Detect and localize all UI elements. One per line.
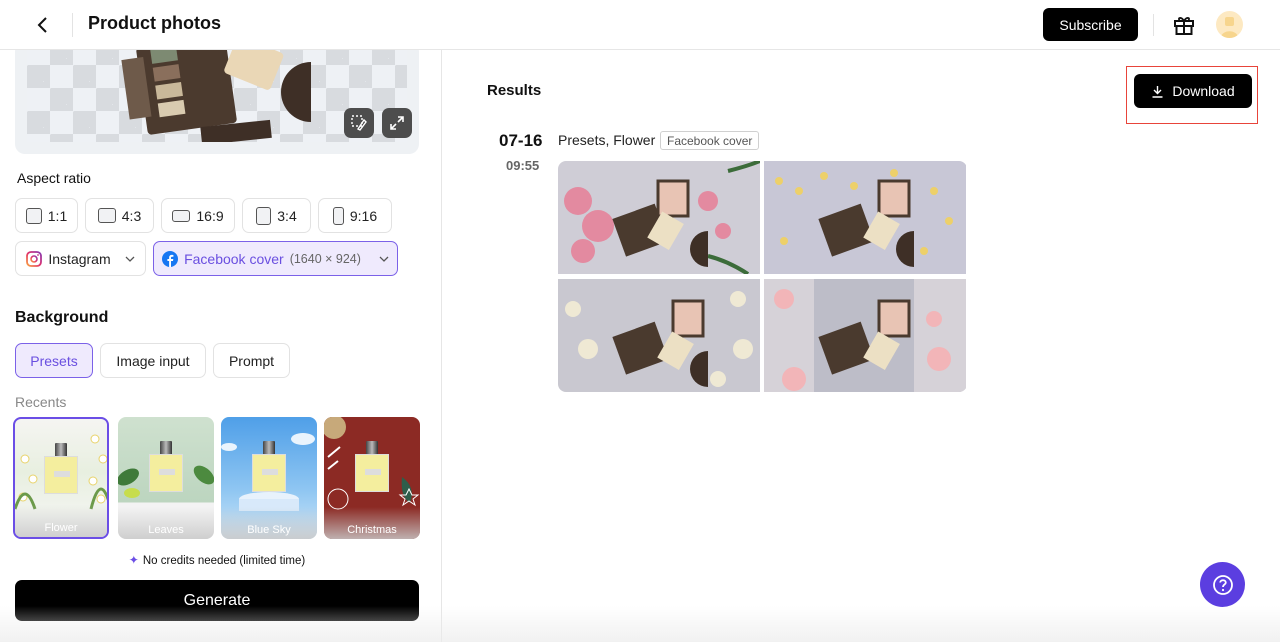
avatar[interactable] <box>1216 11 1243 38</box>
preset-leaves[interactable]: Leaves <box>118 417 214 539</box>
result-image[interactable] <box>558 279 760 392</box>
ratio-option-9-16[interactable]: 9:16 <box>318 198 392 233</box>
preset-christmas[interactable]: Christmas <box>324 417 420 539</box>
tab-image-input[interactable]: Image input <box>100 343 206 378</box>
user-icon <box>1221 17 1238 38</box>
perfume-bottle <box>149 441 183 493</box>
generation-format-tag: Facebook cover <box>660 131 760 150</box>
sparkle-icon: ✦ <box>128 553 139 567</box>
perfume-bottle <box>44 443 78 495</box>
ratio-option-4-3[interactable]: 4:3 <box>85 198 154 233</box>
result-image[interactable] <box>558 161 760 274</box>
settings-panel: Aspect ratio 1:1 4:3 16:9 3:4 9:16 Insta… <box>0 50 442 642</box>
ratio-option-16-9[interactable]: 16:9 <box>161 198 235 233</box>
facebook-icon <box>162 250 179 267</box>
product-image <box>121 50 311 142</box>
preset-blue-sky[interactable]: Blue Sky <box>221 417 317 539</box>
help-button[interactable] <box>1200 562 1245 607</box>
result-image-grid <box>558 161 967 392</box>
tall-ratio-icon <box>332 206 344 225</box>
yellow-flowers-image <box>775 169 953 267</box>
download-button[interactable]: Download <box>1134 74 1252 108</box>
generation-date: 07-16 <box>499 131 543 150</box>
divider <box>72 13 73 37</box>
facebook-cover-dropdown[interactable]: Facebook cover (1640 × 924) <box>153 241 398 276</box>
wide-ratio-icon <box>172 209 191 222</box>
white-flowers-image <box>565 291 753 387</box>
download-icon <box>1152 85 1163 98</box>
question-circle-icon <box>1212 574 1233 595</box>
chevron-down-icon <box>125 256 135 262</box>
tab-presets[interactable]: Presets <box>15 343 93 378</box>
gift-button[interactable] <box>1172 13 1196 37</box>
result-image[interactable] <box>764 279 966 392</box>
preset-name: Blue Sky <box>247 524 291 536</box>
portrait-ratio-icon <box>256 206 272 225</box>
result-image[interactable] <box>764 161 966 274</box>
subscribe-button[interactable]: Subscribe <box>1043 8 1138 41</box>
instagram-dropdown[interactable]: Instagram <box>15 241 146 276</box>
pink-roses-image <box>764 279 966 392</box>
preset-name: Leaves <box>148 524 184 536</box>
background-label: Background <box>15 309 109 326</box>
preset-name: Christmas <box>347 524 397 536</box>
perfume-bottle <box>252 441 286 493</box>
erase-selection-icon <box>351 115 367 131</box>
page-title: Product photos <box>88 13 221 33</box>
divider <box>1153 14 1154 36</box>
perfume-bottle <box>355 441 389 493</box>
erase-selection-button[interactable] <box>344 108 374 138</box>
generation-time: 09:55 <box>506 158 540 173</box>
square-ratio-icon <box>25 207 42 224</box>
top-bar: Product photos Subscribe <box>0 0 1280 50</box>
ratio-option-3-4[interactable]: 3:4 <box>242 198 311 233</box>
expand-button[interactable] <box>382 108 412 138</box>
back-button[interactable] <box>30 12 56 38</box>
preset-name: Flower <box>44 522 78 534</box>
credits-note: ✦ No credits needed (limited time) <box>128 553 306 567</box>
tab-prompt[interactable]: Prompt <box>213 343 290 378</box>
gift-icon <box>1174 17 1194 35</box>
results-title: Results <box>487 82 542 99</box>
expand-icon <box>390 116 404 130</box>
instagram-icon <box>26 250 43 267</box>
generation-description: Presets, Flower <box>558 132 656 148</box>
preset-flower[interactable]: Flower <box>13 417 109 539</box>
landscape-ratio-icon <box>97 208 116 223</box>
chevron-down-icon <box>379 256 389 262</box>
generate-button[interactable]: Generate <box>15 580 419 621</box>
aspect-ratio-label: Aspect ratio <box>17 170 91 186</box>
product-preview <box>15 50 419 154</box>
cover-size: (1640 × 924) <box>289 251 361 266</box>
ratio-option-1-1[interactable]: 1:1 <box>15 198 78 233</box>
recents-label: Recents <box>15 394 67 410</box>
chevron-left-icon <box>37 17 47 33</box>
pink-flowers-image <box>564 161 760 274</box>
